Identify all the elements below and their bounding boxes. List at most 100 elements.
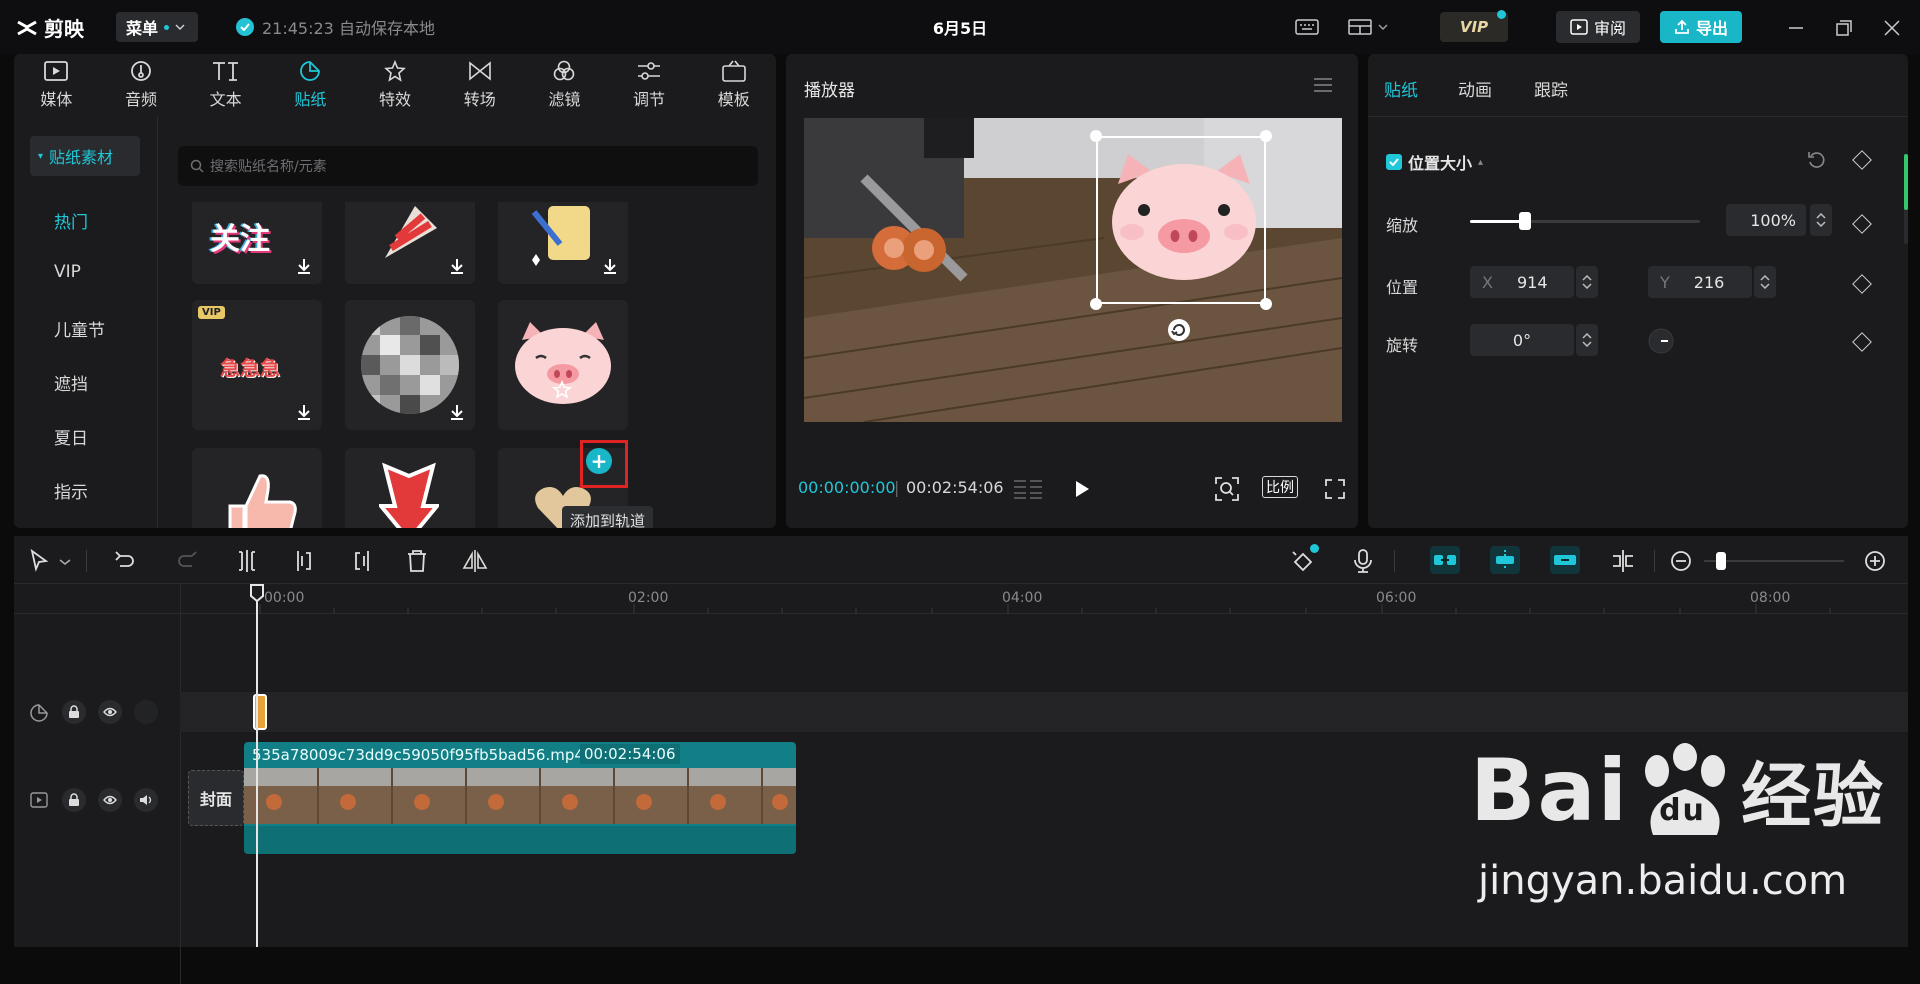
scrollbar[interactable] (1904, 154, 1908, 244)
tab-sticker-props[interactable]: 贴纸 (1384, 76, 1418, 101)
sticker-note-pen[interactable] (498, 202, 628, 284)
tab-filter[interactable]: 滤镜 (522, 54, 607, 116)
trim-right-icon[interactable] (348, 548, 374, 574)
zoom-out-icon[interactable] (1668, 548, 1694, 574)
tab-tracking[interactable]: 跟踪 (1534, 76, 1568, 101)
undo-icon[interactable] (112, 548, 138, 574)
download-icon[interactable] (447, 402, 467, 422)
category-hot[interactable]: 热门 (54, 208, 88, 233)
download-icon[interactable] (447, 256, 467, 276)
sticker-arrow-down[interactable] (345, 448, 475, 528)
rotate-handle-icon[interactable] (1167, 318, 1191, 342)
rotate-dial-icon[interactable] (1648, 328, 1674, 354)
play-icon[interactable] (1070, 478, 1092, 500)
zoom-in-icon[interactable] (1862, 548, 1888, 574)
select-cursor-icon[interactable] (26, 548, 52, 574)
speaker-icon[interactable] (134, 788, 158, 812)
keyboard-shortcut-icon[interactable] (1290, 12, 1324, 42)
scale-stepper[interactable] (1810, 204, 1832, 236)
rotate-input[interactable]: 0° (1470, 324, 1574, 356)
review-button[interactable]: 审阅 (1556, 11, 1640, 43)
export-button[interactable]: 导出 (1660, 11, 1742, 43)
rotate-stepper[interactable] (1576, 324, 1598, 356)
category-childrens-day[interactable]: 儿童节 (54, 316, 105, 341)
sticker-follow[interactable]: 关注 (192, 202, 322, 284)
scrollbar-thumb[interactable] (1904, 154, 1908, 210)
scale-input[interactable]: 100% (1726, 204, 1806, 236)
download-icon[interactable] (294, 256, 314, 276)
delete-icon[interactable] (404, 548, 430, 574)
download-icon[interactable] (600, 256, 620, 276)
tab-effects[interactable]: 特效 (353, 54, 438, 116)
playhead[interactable] (256, 590, 258, 947)
lock-icon[interactable] (62, 788, 86, 812)
x-stepper[interactable] (1576, 266, 1598, 298)
category-indicator[interactable]: 指示 (54, 478, 88, 503)
download-icon[interactable] (294, 402, 314, 422)
resize-handle[interactable] (1260, 298, 1272, 310)
close-icon[interactable] (1882, 18, 1902, 38)
time-ruler[interactable]: 00:00 02:00 04:00 06:00 08:00 (14, 584, 1908, 984)
position-x-input[interactable]: X 914 (1470, 266, 1574, 298)
video-clip[interactable]: 535a78009c73dd9c59050f95fb5bad56.mp4 00:… (244, 742, 796, 854)
resize-handle[interactable] (1090, 130, 1102, 142)
zoom-fit-icon[interactable] (1214, 476, 1240, 502)
keyframe-diamond-icon[interactable] (1852, 150, 1872, 170)
category-header[interactable]: ▾ 贴纸素材 (30, 136, 140, 176)
zoom-slider-thumb[interactable] (1716, 552, 1726, 570)
category-vip[interactable]: VIP (54, 262, 81, 282)
fullscreen-icon[interactable] (1324, 478, 1346, 500)
sticker-track[interactable] (180, 692, 1908, 732)
hamburger-menu-icon[interactable] (1312, 76, 1334, 94)
microphone-icon[interactable] (1350, 548, 1376, 574)
tab-audio[interactable]: 音频 (99, 54, 184, 116)
cover-button[interactable]: 封面 (188, 770, 244, 826)
chevron-down-icon[interactable] (58, 548, 84, 574)
preview-axis-icon[interactable] (1610, 548, 1636, 574)
main-track-magnet-button[interactable] (1430, 546, 1460, 574)
sticker-thumbs-up[interactable] (192, 448, 322, 528)
resize-handle[interactable] (1260, 130, 1272, 142)
linkage-button[interactable] (1550, 546, 1580, 574)
checkbox-checked-icon[interactable] (1386, 154, 1402, 170)
mirror-icon[interactable] (462, 548, 488, 574)
lock-icon[interactable] (62, 700, 86, 724)
keyframe-diamond-icon[interactable] (1852, 214, 1872, 234)
maximize-icon[interactable] (1834, 18, 1854, 38)
playhead-handle-icon[interactable] (249, 584, 265, 602)
keyframe-diamond-icon[interactable] (1852, 332, 1872, 352)
aspect-ratio-button[interactable]: 比例 (1262, 476, 1298, 498)
favorite-star-icon[interactable] (552, 380, 572, 400)
video-preview[interactable] (804, 118, 1342, 422)
tab-text[interactable]: 文本 (183, 54, 268, 116)
category-mask[interactable]: 遮挡 (54, 370, 88, 395)
timecode-format-icon[interactable] (1012, 478, 1044, 500)
position-size-section[interactable]: 位置大小 ▴ (1386, 150, 1483, 174)
sticker-party-horn[interactable] (345, 202, 475, 284)
tab-adjust[interactable]: 调节 (607, 54, 692, 116)
sticker-anxious[interactable]: VIP 急急急 (192, 300, 322, 430)
scale-slider-track[interactable] (1470, 220, 1700, 223)
pig-sticker-overlay[interactable] (1104, 144, 1264, 284)
tab-media[interactable]: 媒体 (14, 54, 99, 116)
auto-snap-button[interactable] (1490, 546, 1520, 574)
position-y-input[interactable]: Y 216 (1648, 266, 1752, 298)
keyframe-diamond-icon[interactable] (1852, 274, 1872, 294)
y-stepper[interactable] (1754, 266, 1776, 298)
eye-icon[interactable] (98, 788, 122, 812)
layout-icon[interactable] (1340, 12, 1396, 42)
menu-button[interactable]: 菜单 (116, 12, 198, 42)
tab-animation[interactable]: 动画 (1458, 76, 1492, 101)
split-icon[interactable] (234, 548, 260, 574)
eye-icon[interactable] (98, 700, 122, 724)
resize-handle[interactable] (1090, 298, 1102, 310)
sticker-search-input[interactable]: 搜索贴纸名称/元素 (178, 146, 758, 186)
sticker-mosaic[interactable] (345, 300, 475, 430)
scale-slider-thumb[interactable] (1519, 212, 1532, 230)
sticker-pig[interactable] (498, 300, 628, 430)
tab-template[interactable]: 模板 (691, 54, 776, 116)
minimize-icon[interactable] (1786, 18, 1806, 38)
tab-sticker[interactable]: 贴纸 (268, 54, 353, 116)
reset-icon[interactable] (1806, 150, 1826, 170)
trim-left-icon[interactable] (292, 548, 318, 574)
